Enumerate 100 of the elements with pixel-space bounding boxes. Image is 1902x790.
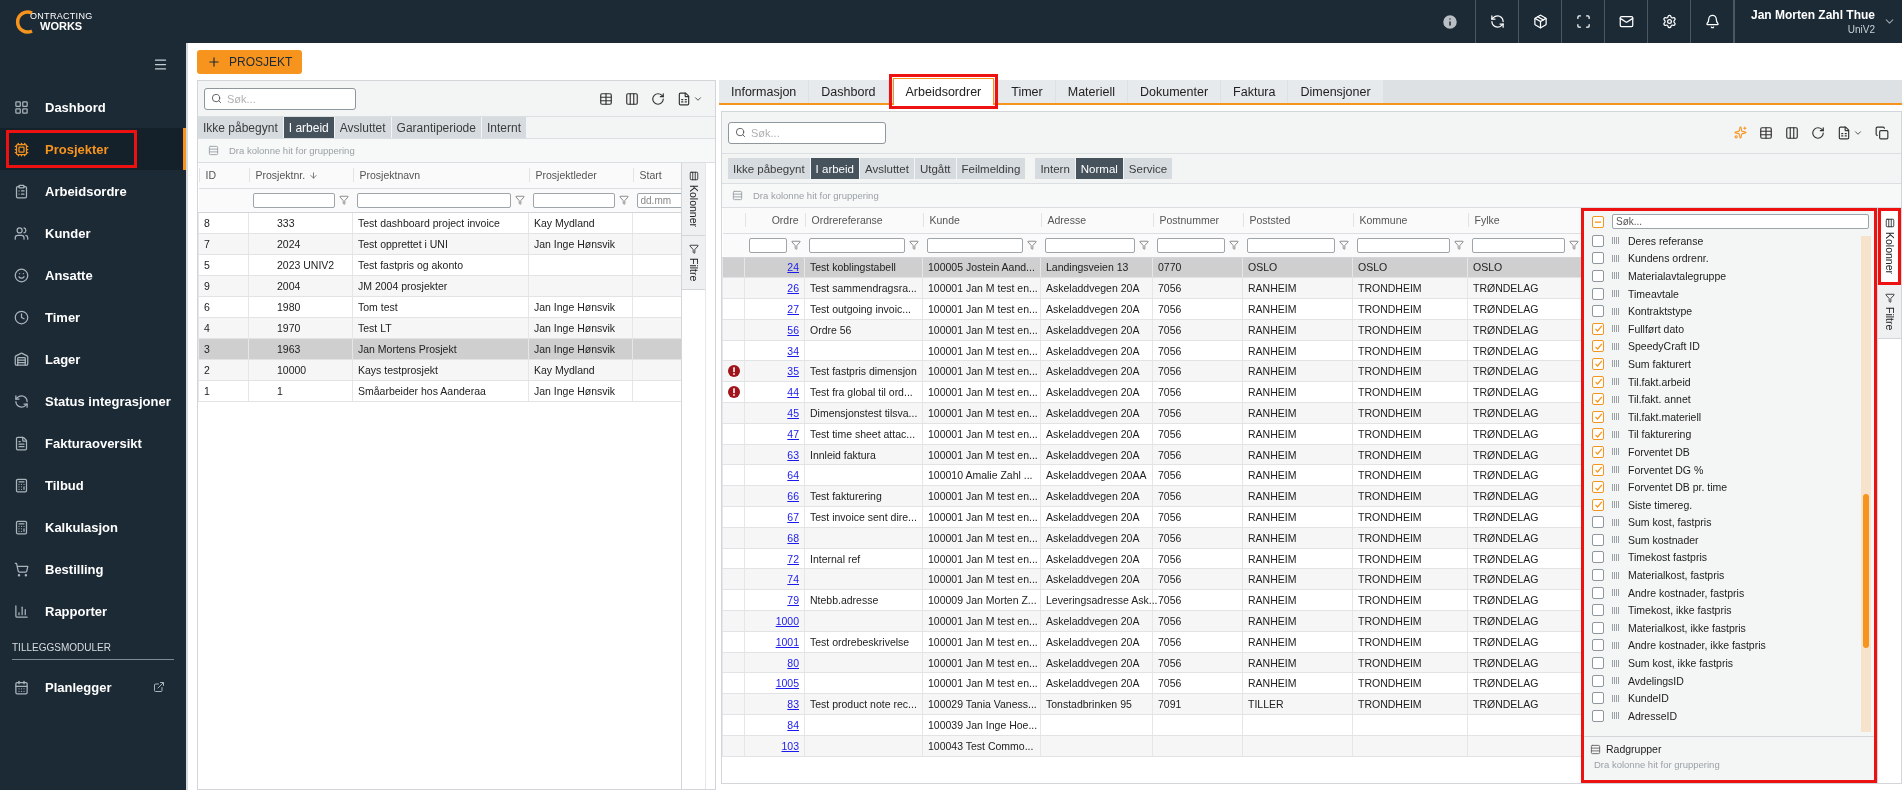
status-tab[interactable]: I arbeid (283, 117, 334, 138)
checkbox[interactable] (1592, 639, 1604, 652)
order-link[interactable]: 44 (787, 386, 799, 399)
tab[interactable]: Materiell (1055, 80, 1127, 103)
table-row[interactable]: 35 Test fastpris dimensjon 100001 Jan M test en... Askeladdvegen 20A 7056 RANHEIM TRONDHEIM TRØNDELAG (722, 361, 1581, 382)
table-row[interactable]: 64 100010 Amalie Zahl ... Askeladdvegen 20AA 7056 RANHEIM TRONDHEIM TRØNDELAG (722, 464, 1581, 486)
checkbox[interactable] (1592, 375, 1604, 388)
order-link[interactable]: 1005 (775, 677, 799, 690)
drag-handle-icon[interactable] (1612, 624, 1620, 632)
refresh-button[interactable] (1811, 125, 1825, 140)
column-option[interactable]: Andre kostnader, fastpris (1628, 586, 1745, 599)
filter-field[interactable] (808, 237, 905, 253)
checkbox[interactable] (1592, 305, 1604, 318)
checkbox[interactable] (1592, 428, 1604, 441)
copy-button[interactable] (1875, 125, 1889, 140)
filter-field[interactable] (1471, 237, 1565, 253)
filter-icon[interactable] (1228, 240, 1239, 250)
checkbox[interactable] (1592, 533, 1604, 546)
status-filter[interactable]: Utgått (914, 158, 956, 179)
sidebar-item[interactable]: Dashbord (0, 86, 186, 128)
drag-handle-icon[interactable] (1612, 395, 1620, 403)
table-row[interactable]: 103 100043 Test Commo... (722, 735, 1581, 757)
column-header[interactable]: Ordre (744, 208, 805, 233)
column-option[interactable]: Fullført dato (1628, 322, 1685, 335)
drag-handle-icon[interactable] (1612, 536, 1620, 544)
drag-handle-icon[interactable] (1612, 466, 1620, 473)
side-tab[interactable]: Filtre (1878, 285, 1901, 340)
status-filter[interactable]: Ikke påbegynt (728, 158, 810, 179)
drag-handle-icon[interactable] (1612, 518, 1620, 526)
columns-button[interactable] (625, 91, 639, 106)
sidebar-item[interactable]: Status integrasjoner (0, 380, 186, 422)
drag-handle-icon[interactable] (1612, 290, 1620, 298)
filter-icon[interactable] (1338, 240, 1349, 250)
tab[interactable]: Timer (999, 80, 1055, 103)
drag-handle-icon[interactable] (1612, 413, 1620, 421)
filter-field[interactable] (926, 237, 1023, 253)
table-row[interactable]: 68 100001 Jan M test en... Askeladdvegen 20A 7056 RANHEIM TRONDHEIM TRØNDELAG (722, 527, 1581, 549)
column-option[interactable]: Timekost, ikke fastpris (1628, 604, 1732, 617)
sidebar-item[interactable]: Arbeidsordre (0, 170, 186, 212)
table-row[interactable]: 66 Test fakturering 100001 Jan M test en... Askeladdvegen 20A 7056 RANHEIM TRONDHEIM TRØNDELAG (722, 485, 1581, 507)
table-row[interactable]: 8 333 Test dashboard project invoice Kay Mydland (198, 212, 681, 233)
tab[interactable]: Dokumenter (1128, 80, 1221, 103)
column-option[interactable]: SpeedyCraft ID (1628, 340, 1700, 353)
checkbox[interactable] (1592, 234, 1604, 247)
checkbox[interactable] (1592, 516, 1604, 529)
tab[interactable]: Dimensjoner (1288, 80, 1383, 103)
order-link[interactable]: 84 (787, 718, 799, 731)
column-option[interactable]: AdresseID (1628, 709, 1678, 722)
table-row[interactable]: 56 Ordre 56 100001 Jan M test en... Askeladdvegen 20A 7056 RANHEIM TRONDHEIM TRØNDELAG (722, 319, 1581, 341)
drag-handle-icon[interactable] (1612, 254, 1620, 262)
checkbox[interactable] (1592, 657, 1604, 670)
column-option[interactable]: Sum fakturert (1628, 357, 1692, 370)
table-row[interactable]: 1 1 Småarbeider hos Aanderaa Jan Inge Hønsvik (198, 380, 681, 401)
checkbox[interactable] (1592, 674, 1604, 687)
table-row[interactable]: 74 100001 Jan M test en... Askeladdvegen 20A 7056 RANHEIM TRONDHEIM TRØNDELAG (722, 568, 1581, 590)
mail-icon[interactable] (1618, 14, 1634, 29)
table-row[interactable]: 79 Ntebb.adresse 100009 Jan Morten Z... Leveringsadresse Ask...7056 RANHEIM TRONDHEIM TRØNDELAG (722, 589, 1581, 611)
filter-field[interactable] (1356, 237, 1450, 253)
table-row[interactable]: 5 2023 UNIV2 Test fastpris og akonto (198, 254, 681, 275)
sync-icon[interactable] (1489, 14, 1505, 29)
select-all-checkbox[interactable] (1592, 215, 1604, 228)
drag-handle-icon[interactable] (1612, 430, 1620, 438)
checkbox[interactable] (1592, 252, 1604, 265)
checkbox[interactable] (1592, 270, 1604, 282)
tab[interactable]: Dashbord (809, 80, 888, 103)
order-link[interactable]: 79 (787, 594, 799, 607)
export-button[interactable] (677, 91, 703, 106)
refresh-button[interactable] (651, 91, 665, 106)
table-row[interactable]: 67 Test invoice sent dire... 100001 Jan M test en... Askeladdvegen 20A 7056 RANHEIM TRONDHEIM TRØNDELAG (722, 506, 1581, 528)
date-filter-field[interactable]: dd.mm (636, 192, 681, 208)
table-row[interactable]: 26 Test sammendragsra... 100001 Jan M test en... Askeladdvegen 20A 7056 RANHEIM TRONDHEIM TRØNDELAG (722, 277, 1581, 299)
table-row[interactable]: 27 Test outgoing invoic... 100001 Jan M test en... Askeladdvegen 20A 7056 RANHEIM TRONDHEIM TRØNDELAG (722, 298, 1581, 320)
order-link[interactable]: 56 (787, 323, 799, 336)
table-row[interactable]: 24 Test koblingstabell 100005 Jostein Aand... Landingsveien 13 0770 OSLO OSLO OSLO (722, 257, 1581, 278)
column-header[interactable]: Fylke (1467, 208, 1581, 233)
table-row[interactable]: 47 Test time sheet attac... 100001 Jan M test en... Askeladdvegen 20A 7056 RANHEIM TRONDHEIM TRØNDELAG (722, 423, 1581, 445)
bell-icon[interactable] (1704, 14, 1720, 29)
column-option[interactable]: Forventet DB (1628, 445, 1690, 458)
order-link[interactable]: 45 (787, 406, 799, 419)
table-row[interactable]: 4 1970 Test LT Jan Inge Hønsvik (198, 317, 681, 338)
order-link[interactable]: 34 (787, 344, 799, 357)
checkbox[interactable] (1592, 569, 1604, 582)
export-button[interactable] (1837, 125, 1863, 140)
sidebar-item[interactable]: Ansatte (0, 254, 186, 296)
tab[interactable]: Faktura (1221, 80, 1288, 103)
table-row[interactable]: 2 10000 Kays testprosjekt Kay Mydland (198, 359, 681, 380)
column-option[interactable]: Sum kostnader (1628, 533, 1699, 546)
drag-handle-icon[interactable] (1612, 448, 1620, 456)
checkbox[interactable] (1592, 410, 1604, 423)
column-search-field[interactable]: Søk... (1612, 214, 1869, 229)
status-filter[interactable]: Avsluttet (859, 158, 914, 179)
scrollbar[interactable] (1861, 236, 1871, 732)
drag-handle-icon[interactable] (1612, 554, 1620, 561)
status-tab[interactable]: Internt (481, 117, 526, 138)
order-link[interactable]: 74 (787, 573, 799, 586)
sidebar-item[interactable]: Bestilling (0, 548, 186, 590)
status-tab[interactable]: Avsluttet (334, 117, 391, 138)
table-row[interactable]: 3 1963 Jan Mortens Prosjekt Jan Inge Hønsvik (198, 338, 681, 359)
column-option[interactable]: Til.fakt. annet (1628, 393, 1691, 406)
settings-icon[interactable] (1661, 14, 1677, 29)
